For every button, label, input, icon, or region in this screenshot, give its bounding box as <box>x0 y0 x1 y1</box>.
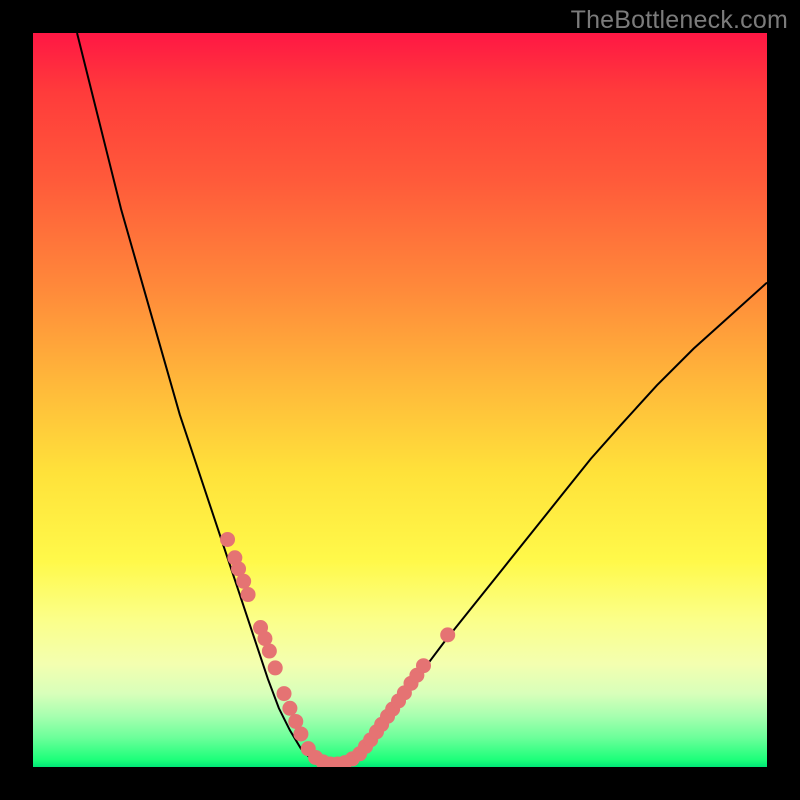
chart-frame: TheBottleneck.com <box>0 0 800 800</box>
data-dot <box>262 644 277 659</box>
chart-svg <box>33 33 767 767</box>
data-dot <box>440 627 455 642</box>
data-dot <box>277 686 292 701</box>
dot-group <box>220 532 455 767</box>
bottleneck-curve <box>77 33 767 766</box>
curve-group <box>77 33 767 766</box>
data-dot <box>220 532 235 547</box>
data-dot <box>241 587 256 602</box>
plot-area <box>33 33 767 767</box>
data-dot <box>282 701 297 716</box>
watermark-label: TheBottleneck.com <box>571 6 788 35</box>
data-dot <box>416 658 431 673</box>
data-dot <box>293 726 308 741</box>
data-dot <box>236 574 251 589</box>
data-dot <box>268 660 283 675</box>
